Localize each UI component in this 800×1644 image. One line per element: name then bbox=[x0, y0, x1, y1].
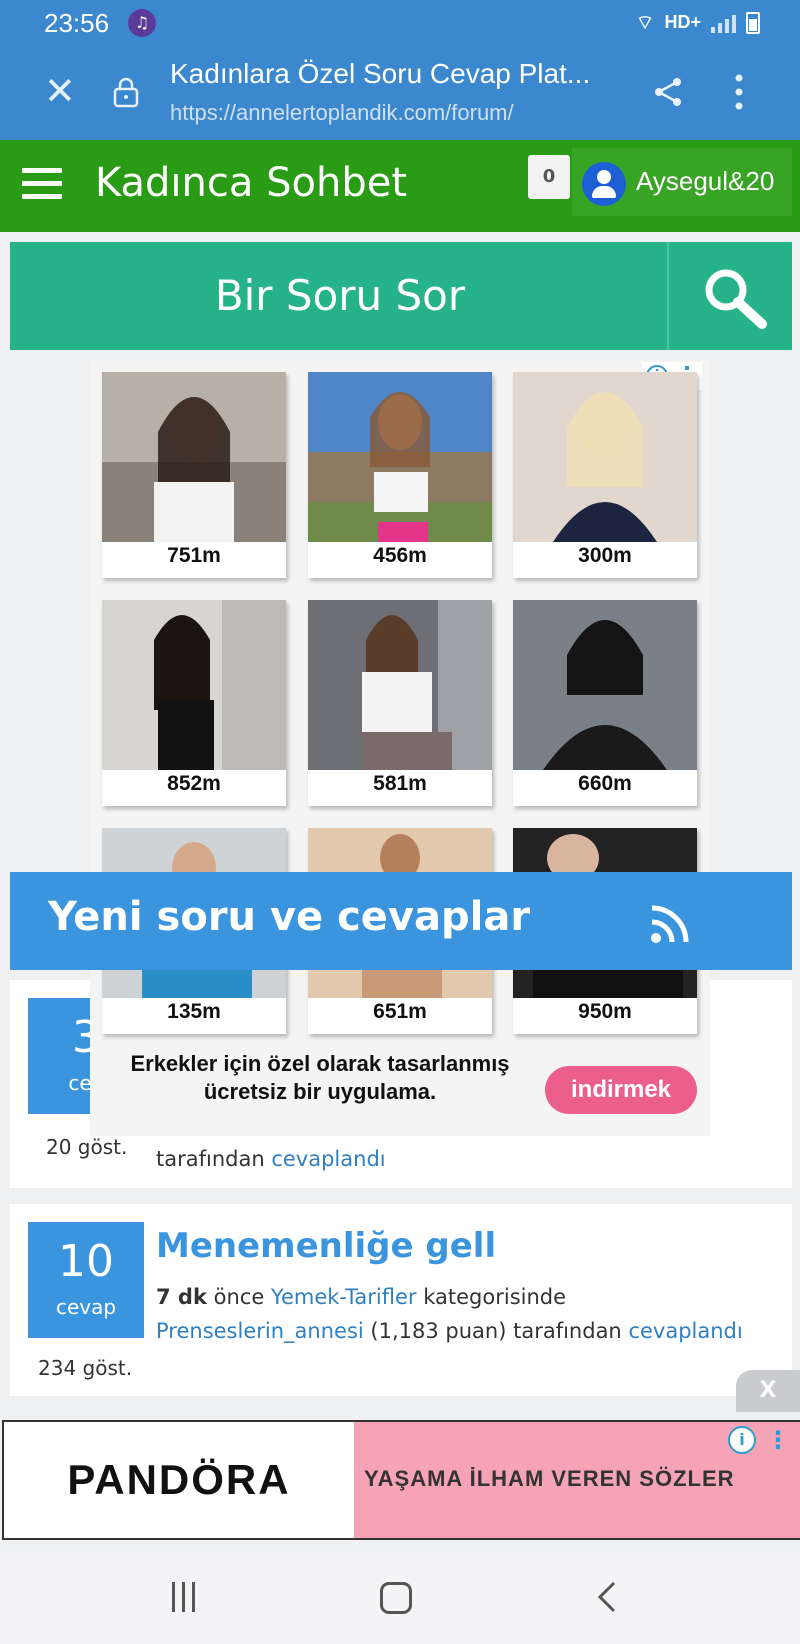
username: Aysegul&20 bbox=[636, 166, 775, 196]
distance-label: 135m bbox=[167, 1000, 221, 1023]
system-nav-bar bbox=[0, 1552, 800, 1644]
notification-count[interactable]: 0 bbox=[528, 155, 570, 199]
home-icon[interactable] bbox=[380, 1582, 412, 1614]
view-count: 20 göst. bbox=[46, 1135, 128, 1159]
profile-photo bbox=[513, 600, 697, 770]
divider bbox=[667, 242, 669, 350]
answer-count-label: cevap bbox=[55, 1295, 117, 1319]
ad-tile[interactable]: 660m bbox=[513, 600, 697, 806]
recents-icon[interactable] bbox=[172, 1582, 202, 1612]
distance-label: 581m bbox=[373, 772, 427, 795]
profile-photo bbox=[308, 600, 492, 770]
ad-info[interactable]: i ⋮ bbox=[728, 1426, 790, 1454]
distance-label: 852m bbox=[167, 772, 221, 795]
category-link[interactable]: Yemek-Tarifler bbox=[271, 1285, 417, 1309]
ad-text-line2: ücretsiz bir uygulama. bbox=[203, 1079, 437, 1104]
status-time: 23:56 bbox=[44, 8, 110, 38]
distance-label: 651m bbox=[373, 1000, 427, 1023]
rss-icon[interactable] bbox=[648, 902, 692, 946]
profile-photo bbox=[102, 372, 286, 542]
feed-header-overlay: Yeni soru ve cevaplar bbox=[10, 872, 792, 970]
view-count: 234 göst. bbox=[38, 1356, 133, 1380]
answer-count: 10 bbox=[58, 1236, 114, 1287]
bottom-ad-banner[interactable]: PANDÖRA YAŞAMA İLHAM VEREN SÖZLER i ⋮ bbox=[2, 1420, 800, 1540]
status-icons: ⌔ HD+ bbox=[636, 10, 760, 35]
back-icon[interactable] bbox=[592, 1580, 622, 1614]
ad-tile[interactable]: 300m bbox=[513, 372, 697, 578]
brand-logo: PANDÖRA bbox=[67, 1456, 291, 1503]
ago-text: önce bbox=[213, 1285, 265, 1309]
user-link[interactable]: Prenseslerin_annesi bbox=[156, 1319, 364, 1343]
site-header: Kadınca Sohbet 0 Aysegul&20 bbox=[0, 140, 800, 232]
ad-download-button[interactable]: indirmek bbox=[545, 1066, 697, 1114]
profile-photo bbox=[308, 372, 492, 542]
more-options-icon[interactable] bbox=[734, 72, 744, 112]
menu-icon[interactable] bbox=[22, 168, 62, 202]
answered-link[interactable]: cevaplandı bbox=[271, 1147, 385, 1171]
ad-description: Erkekler için özel olarak tasarlanmış üc… bbox=[90, 1050, 550, 1106]
ad-tile[interactable]: 456m bbox=[308, 372, 492, 578]
meta-by: tarafından bbox=[156, 1147, 265, 1171]
profile-photo bbox=[513, 372, 697, 542]
category-suffix: kategorisinde bbox=[423, 1285, 567, 1309]
more-options-icon[interactable]: ⋮ bbox=[766, 1426, 790, 1454]
answered-link[interactable]: cevaplandı bbox=[628, 1319, 742, 1343]
page-url[interactable]: https://annelertoplandik.com/forum/ bbox=[170, 100, 514, 126]
user-points: (1,183 puan) bbox=[370, 1319, 507, 1343]
distance-label: 300m bbox=[578, 544, 632, 567]
status-bar: 23:56 ♫ ⌔ HD+ bbox=[0, 0, 800, 44]
question-title[interactable]: Menemenliğe gell bbox=[156, 1226, 496, 1266]
search-icon[interactable] bbox=[700, 266, 770, 330]
avatar bbox=[582, 162, 626, 206]
site-brand[interactable]: Kadınca Sohbet bbox=[95, 160, 407, 206]
share-icon[interactable] bbox=[650, 74, 686, 110]
ad-tile[interactable]: 751m bbox=[102, 372, 286, 578]
distance-label: 456m bbox=[373, 544, 427, 567]
close-ad-button[interactable]: X bbox=[736, 1370, 800, 1412]
feed-title: Yeni soru ve cevaplar bbox=[48, 894, 531, 940]
meta-by: tarafından bbox=[513, 1319, 622, 1343]
user-menu[interactable]: Aysegul&20 bbox=[572, 148, 792, 216]
distance-label: 751m bbox=[167, 544, 221, 567]
close-tab-icon[interactable]: ✕ bbox=[44, 72, 76, 110]
signal-icon bbox=[711, 13, 736, 33]
distance-label: 660m bbox=[578, 772, 632, 795]
profile-photo bbox=[102, 600, 286, 770]
ask-question-button[interactable]: Bir Soru Sor bbox=[10, 242, 670, 350]
network-type: HD+ bbox=[664, 12, 701, 32]
ad-text-line1: Erkekler için özel olarak tasarlanmış bbox=[130, 1051, 510, 1076]
distance-label: 950m bbox=[578, 1000, 632, 1023]
music-app-icon: ♫ bbox=[128, 9, 156, 37]
ad-tile[interactable]: 581m bbox=[308, 600, 492, 806]
battery-icon bbox=[746, 11, 760, 34]
info-icon[interactable]: i bbox=[728, 1426, 756, 1454]
lock-icon bbox=[113, 77, 139, 108]
question-card[interactable]: 10 cevap Menemenliğe gell 7 dk önce Yeme… bbox=[10, 1204, 792, 1396]
banner-tagline: YAŞAMA İLHAM VEREN SÖZLER bbox=[364, 1466, 735, 1491]
wifi-icon: ⌔ bbox=[635, 12, 655, 34]
question-meta: tarafından cevaplandı bbox=[156, 1142, 386, 1176]
question-meta-user: Prenseslerin_annesi (1,183 puan) tarafın… bbox=[156, 1314, 743, 1348]
question-meta: 7 dk önce Yemek-Tarifler kategorisinde bbox=[156, 1280, 566, 1314]
time-ago: 7 dk bbox=[156, 1285, 207, 1309]
browser-toolbar: ✕ Kadınlara Özel Soru Cevap Plat... http… bbox=[0, 44, 800, 140]
ask-question-bar: Bir Soru Sor bbox=[10, 242, 792, 350]
ad-tile[interactable]: 852m bbox=[102, 600, 286, 806]
answer-count-box: 10 cevap bbox=[28, 1222, 144, 1338]
ad-overlay[interactable]: i ⋮ 751m 456m 300m 852m 581m 660m 135m 6… bbox=[90, 360, 710, 1136]
page-title[interactable]: Kadınlara Özel Soru Cevap Plat... bbox=[170, 58, 620, 90]
